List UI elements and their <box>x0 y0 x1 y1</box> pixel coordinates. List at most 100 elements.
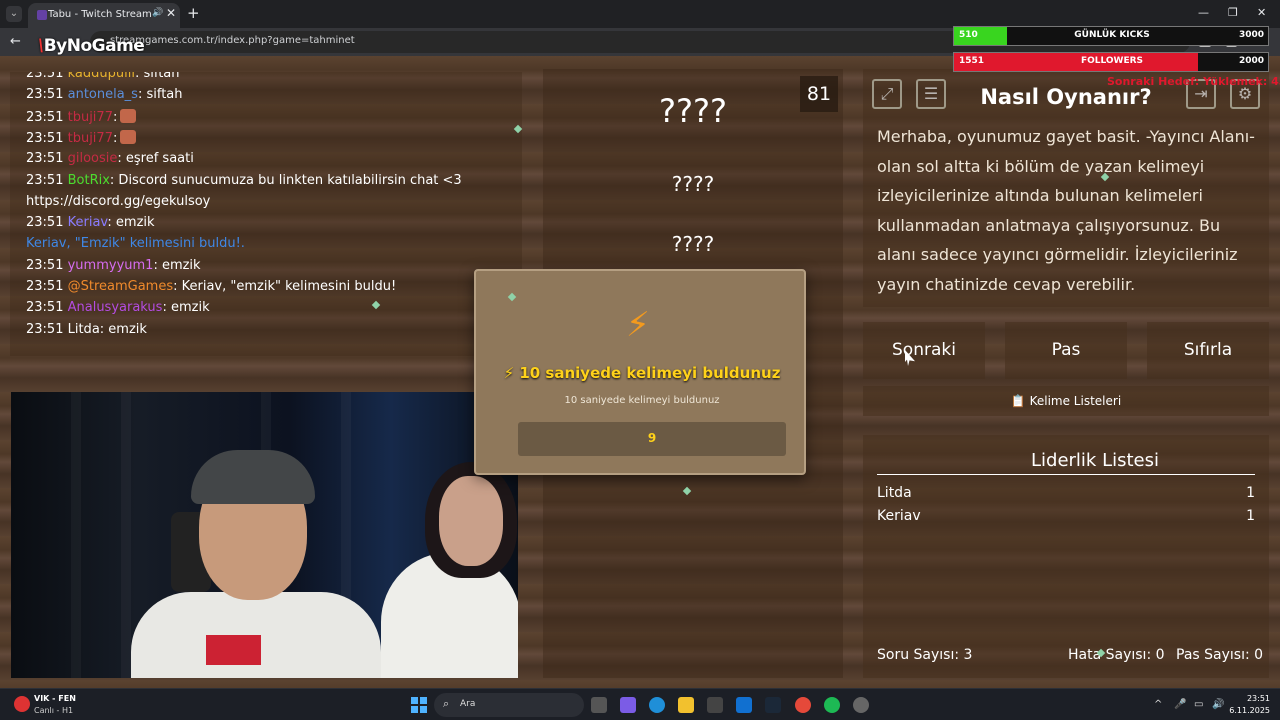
guest-face <box>439 476 503 566</box>
chat-timestamp: 23:51 <box>26 300 68 316</box>
tab-list-button[interactable]: ⌄ <box>6 6 22 22</box>
chat-text: : emzik <box>153 257 201 273</box>
chat-message: https://discord.gg/egekulsoy <box>26 194 210 209</box>
chat-username[interactable]: antonela_s <box>68 87 138 102</box>
forbidden-word: ???? <box>671 232 715 256</box>
chat-username[interactable]: kaddupulli <box>68 72 135 81</box>
stream-avatar-icon[interactable] <box>14 696 30 712</box>
chat-text: : siftah <box>134 72 180 81</box>
chat-text: : Keriav, "emzik" kelimesini buldu! <box>173 279 397 294</box>
chat-message: 23:51 yummyyum1: emzik <box>26 258 201 273</box>
taskbar-search[interactable] <box>434 693 584 717</box>
tray-chevron-icon[interactable]: ^ <box>1154 699 1162 710</box>
window-close-button[interactable]: ✕ <box>1257 6 1266 19</box>
network-icon[interactable]: ▭ <box>1194 699 1203 710</box>
volume-icon[interactable]: 🔊 <box>1212 699 1224 710</box>
fullscreen-icon[interactable]: ⤢ <box>872 79 902 109</box>
followers-label: FOLLOWERS <box>1080 56 1144 66</box>
reset-button[interactable]: Sıfırla <box>1147 322 1269 379</box>
chat-timestamp: 23:51 <box>26 279 68 294</box>
back-arrow-icon[interactable]: ← <box>10 34 21 49</box>
chat-text: : emzik <box>99 321 147 337</box>
error-count: Hata Sayısı: 0 <box>1068 647 1165 663</box>
windows-taskbar: VIK - FEN Canlı - H1 ⌕ Ara ^ 🎤 ▭ 🔊 23:51… <box>0 688 1280 720</box>
edge-icon[interactable] <box>649 697 665 713</box>
pass-button[interactable]: Pas <box>1005 322 1127 379</box>
twitch-favicon-icon <box>37 10 47 20</box>
chat-timestamp: 23:51 <box>26 151 68 167</box>
chat-timestamp: 23:51 <box>26 87 68 103</box>
tab-title: Tabu - Twitch Stream Games <box>48 9 152 20</box>
chat-username[interactable]: tbuji77 <box>68 110 113 125</box>
chrome-icon[interactable] <box>795 697 811 713</box>
target-word: ???? <box>659 92 727 130</box>
chat-username[interactable]: giloosie <box>68 151 118 166</box>
chat-timestamp: 23:51 <box>26 215 68 231</box>
minimize-button[interactable]: — <box>1198 6 1209 19</box>
chat-username[interactable]: Analusyarakus <box>68 300 163 315</box>
followers-goal-bar: 1551 FOLLOWERS 2000 <box>953 52 1269 72</box>
chat-text: https://discord.gg/egekulsoy <box>26 193 211 209</box>
chat-username[interactable]: Litda <box>68 322 100 337</box>
chat-timestamp: 23:51 <box>26 257 68 273</box>
popup-value: 9 <box>647 431 657 445</box>
next-goal-text: Sonraki Hedef: Yüklemek: 450 <box>1107 75 1280 88</box>
url-text[interactable]: streamgames.com.tr/index.php?game=tahmin… <box>110 35 355 46</box>
result-popup: ⚡ ⚡ 10 saniyede kelimeyi buldunuz 10 san… <box>474 269 806 475</box>
popup-title: ⚡ 10 saniyede kelimeyi buldunuz <box>503 364 781 382</box>
question-count: Soru Sayısı: 3 <box>877 647 973 663</box>
kicks-goal-bar: 510 GÜNLÜK KICKS 3000 <box>953 26 1269 46</box>
copilot-icon[interactable] <box>620 697 636 713</box>
steam-icon[interactable] <box>765 697 781 713</box>
leaderboard-name: Keriav <box>877 508 921 524</box>
store-icon[interactable] <box>707 697 723 713</box>
chat-text: : <box>112 109 118 125</box>
leaderboard-score: 1 <box>1246 485 1255 501</box>
document-icon[interactable]: ☰ <box>916 79 946 109</box>
chat-message: 23:51 tbuji77: <box>26 129 137 146</box>
leaderboard-title: Liderlik Listesi <box>1031 450 1159 471</box>
maximize-button[interactable]: ❐ <box>1228 6 1238 19</box>
chat-timestamp: 23:51 <box>26 172 68 188</box>
task-view-icon[interactable] <box>591 697 607 713</box>
streamer-cap <box>191 450 315 504</box>
chat-message: 23:51 tbuji77: <box>26 108 137 125</box>
tab-close-button[interactable]: ✕ <box>166 6 176 20</box>
word-lists-button[interactable]: 📋 Kelime Listeleri <box>863 386 1269 416</box>
windows-start-icon[interactable] <box>411 697 427 713</box>
forbidden-word: ???? <box>671 172 715 196</box>
obs-icon[interactable] <box>853 697 869 713</box>
next-button[interactable]: Sonraki <box>863 322 985 379</box>
new-tab-button[interactable]: + <box>187 4 200 22</box>
speaker-icon[interactable]: 🔊 <box>152 8 163 18</box>
chat-timestamp: 23:51 <box>26 72 68 81</box>
chat-text: : Discord sunucumuza bu linkten katılabi… <box>109 172 462 188</box>
stream-title: VIK - FEN <box>34 694 76 703</box>
chat-text: : siftah <box>137 87 183 103</box>
chat-timestamp: 23:51 <box>26 321 68 337</box>
chat-message: 23:51 Analusyarakus: emzik <box>26 300 210 315</box>
chat-message: 23:51 Litda: emzik <box>26 322 147 337</box>
followers-goal: 2000 <box>1238 56 1264 66</box>
chat-username[interactable]: Keriav <box>68 215 108 230</box>
chat-username[interactable]: @StreamGames <box>68 279 174 294</box>
spotify-icon[interactable] <box>824 697 840 713</box>
how-to-play-title: Nasıl Oynanır? <box>980 85 1152 109</box>
pass-count: Pas Sayısı: 0 <box>1176 647 1264 663</box>
microphone-icon[interactable]: 🎤 <box>1174 699 1186 710</box>
chat-emote-icon <box>120 129 137 144</box>
browser-tab[interactable]: Tabu - Twitch Stream Games 🔊 ✕ <box>28 3 180 28</box>
clock-date[interactable]: 6.11.2025 <box>1228 706 1270 715</box>
chat-message: Keriav, "Emzik" kelimesini buldu!. <box>26 236 245 251</box>
chat-text: : eşref saati <box>117 151 194 167</box>
popup-subtitle: 10 saniyede kelimeyi buldunuz <box>564 395 720 406</box>
chat-username[interactable]: Keriav, "Emzik" kelimesini buldu!. <box>26 236 245 251</box>
chat-username[interactable]: yummyyum1 <box>68 258 154 273</box>
file-explorer-icon[interactable] <box>678 697 694 713</box>
outlook-icon[interactable] <box>736 697 752 713</box>
chat-username[interactable]: BotRix <box>68 173 110 188</box>
chat-username[interactable]: tbuji77 <box>68 131 113 146</box>
browser-tab-bar: ⌄ Tabu - Twitch Stream Games 🔊 ✕ + — ❐ ✕ <box>0 0 1280 28</box>
kicks-goal: 3000 <box>1238 30 1264 40</box>
clock-time[interactable]: 23:51 <box>1238 694 1270 703</box>
